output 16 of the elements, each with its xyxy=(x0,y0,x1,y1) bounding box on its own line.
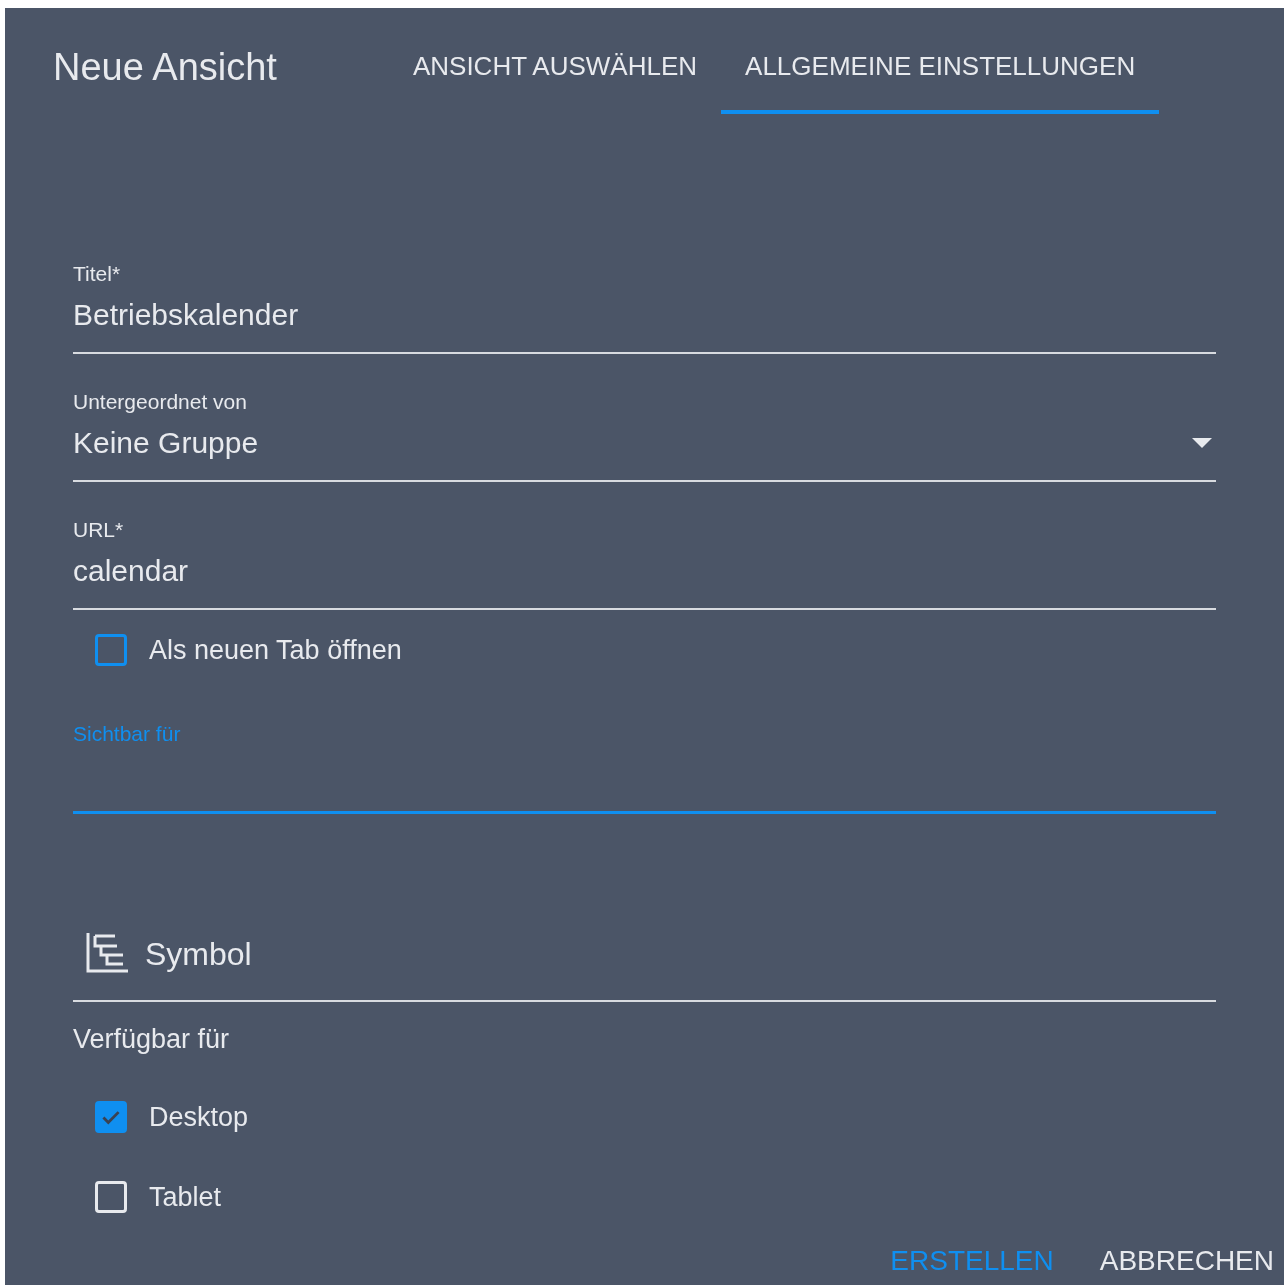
checkbox[interactable] xyxy=(95,634,127,666)
group-label: Verfügbar für xyxy=(73,1024,231,1055)
icon-picker-field[interactable]: Symbol xyxy=(73,882,1216,1002)
checkbox-label: Desktop xyxy=(149,1101,249,1133)
tab[interactable]: ANSICHT AUSWÄHLEN xyxy=(388,8,722,114)
checkbox-label: Tablet xyxy=(149,1181,222,1213)
select-field[interactable]: Untergeordnet von Keine Gruppe xyxy=(73,382,1216,482)
cancel-button[interactable]: ABBRECHEN xyxy=(1099,1245,1274,1277)
checkbox[interactable] xyxy=(95,1101,127,1133)
checkbox-label: Als neuen Tab öffnen xyxy=(149,634,402,666)
dialog-title: Neue Ansicht xyxy=(53,46,277,89)
input-field[interactable]: Titel* Betriebskalender xyxy=(73,254,1216,354)
dropdown-caret-icon xyxy=(1192,438,1212,448)
input-field[interactable]: URL* calendar xyxy=(73,510,1216,610)
checkbox-row[interactable]: Als neuen Tab öffnen xyxy=(73,634,1216,666)
tab[interactable]: ALLGEMEINE EINSTELLUNGEN xyxy=(721,8,1160,114)
